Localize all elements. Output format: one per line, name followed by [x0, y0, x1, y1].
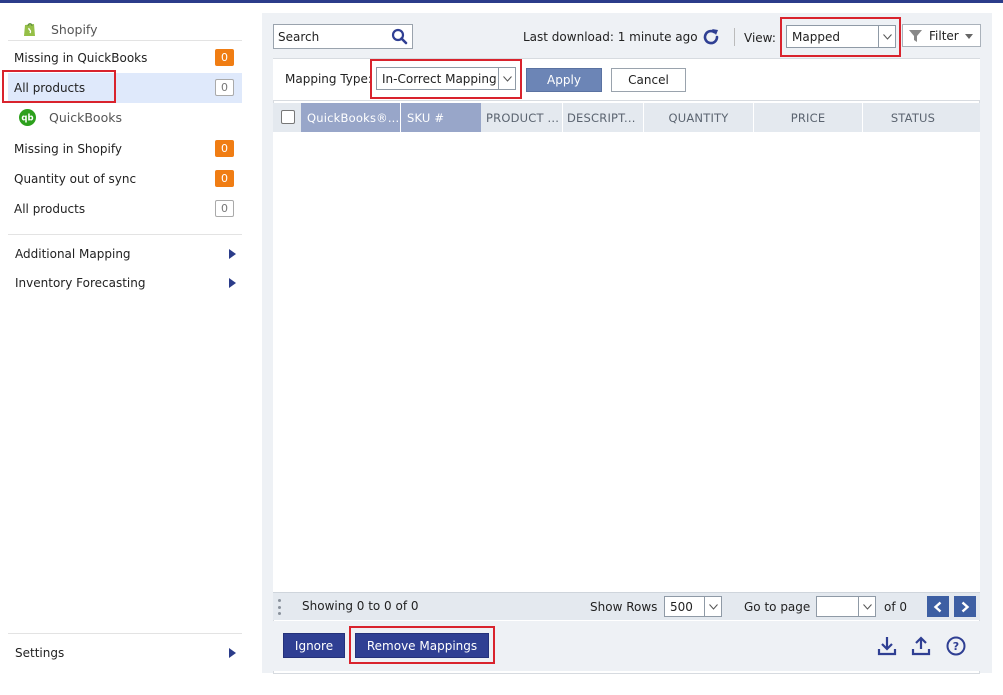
sidebar-item-quantity-out-of-sync[interactable]: Quantity out of sync 0 [8, 164, 242, 194]
chevron-down-icon [858, 597, 875, 616]
divider [8, 234, 242, 235]
chevron-left-icon [933, 601, 942, 612]
quickbooks-logo-icon: qb [19, 108, 36, 126]
divider [8, 633, 242, 634]
total-pages: of 0 [884, 600, 908, 614]
table-header: QuickBooks®... SKU # PRODUCT ... DESCRIP… [273, 103, 980, 132]
sidebar-item-label: All products [14, 81, 86, 95]
quickbooks-section-header: qb QuickBooks [8, 104, 242, 130]
view-select-value: Mapped [792, 29, 840, 44]
count-badge: 0 [215, 140, 234, 157]
sidebar-item-shopify-all-products[interactable]: All products 0 [8, 73, 242, 103]
expand-arrow-icon [229, 278, 236, 288]
show-rows-label: Show Rows [590, 600, 658, 614]
sidebar-item-label: All products [14, 202, 86, 216]
remove-mappings-button[interactable]: Remove Mappings [355, 633, 489, 658]
funnel-icon [909, 29, 922, 42]
sidebar-item-quickbooks-all-products[interactable]: All products 0 [8, 194, 242, 224]
ignore-button[interactable]: Ignore [283, 633, 345, 658]
sidebar-item-label: Quantity out of sync [14, 172, 137, 186]
column-header-product[interactable]: PRODUCT ... [486, 103, 564, 132]
cancel-button[interactable]: Cancel [611, 68, 686, 92]
sidebar-item-label: Missing in Shopify [14, 142, 122, 156]
column-header-status[interactable]: STATUS [863, 103, 963, 132]
count-badge: 0 [215, 170, 234, 187]
sidebar: Shopify Missing in QuickBooks 0 All prod… [0, 3, 252, 695]
table-body [273, 132, 980, 592]
svg-text:?: ? [953, 640, 959, 653]
count-badge: 0 [215, 79, 234, 96]
divider [8, 40, 242, 41]
download-icon[interactable] [876, 635, 898, 657]
go-to-page-label: Go to page [744, 600, 811, 614]
last-download-status: Last download: 1 minute ago [523, 30, 698, 44]
filter-button[interactable]: Filter [902, 24, 981, 47]
column-header-sku[interactable]: SKU # [401, 103, 481, 132]
showing-count: Showing 0 to 0 of 0 [302, 599, 419, 613]
refresh-icon[interactable] [701, 27, 721, 47]
search-input[interactable]: Search [273, 24, 413, 49]
mapping-type-label: Mapping Type: [285, 72, 372, 86]
view-select[interactable]: Mapped [786, 25, 896, 48]
view-label: View: [744, 31, 776, 45]
column-separator [562, 103, 563, 132]
mapping-type-select[interactable]: In-Correct Mapping [376, 67, 516, 90]
sidebar-item-inventory-forecasting[interactable]: Inventory Forecasting [8, 269, 242, 297]
column-header-quickbooks[interactable]: QuickBooks®... [301, 103, 400, 132]
sidebar-item-missing-in-quickbooks[interactable]: Missing in QuickBooks 0 [8, 43, 242, 73]
svg-text:qb: qb [21, 113, 33, 123]
chevron-down-icon [498, 68, 515, 89]
sidebar-item-label: Inventory Forecasting [15, 276, 146, 290]
sidebar-item-label: Missing in QuickBooks [14, 51, 148, 65]
shopify-logo-icon [24, 23, 35, 36]
chevron-down-icon [878, 26, 895, 47]
sidebar-item-missing-in-shopify[interactable]: Missing in Shopify 0 [8, 134, 242, 164]
grip-handle-icon[interactable] [278, 599, 282, 615]
expand-arrow-icon [229, 249, 236, 259]
apply-button[interactable]: Apply [526, 68, 602, 92]
rows-per-page-select[interactable]: 500 [664, 596, 722, 617]
shopify-header-label: Shopify [51, 21, 98, 37]
page-select[interactable] [816, 596, 876, 617]
sidebar-item-label: Settings [15, 646, 65, 660]
search-icon[interactable] [391, 28, 408, 45]
column-header-price[interactable]: PRICE [754, 103, 862, 132]
sidebar-item-label: Additional Mapping [15, 247, 131, 261]
toolbar-separator [734, 28, 735, 46]
upload-icon[interactable] [910, 635, 932, 657]
search-placeholder: Search [278, 29, 320, 44]
expand-arrow-icon [229, 648, 236, 658]
help-icon[interactable]: ? [945, 635, 967, 657]
sidebar-item-settings[interactable]: Settings [8, 639, 242, 667]
column-header-description[interactable]: DESCRIPT... [567, 103, 645, 132]
caret-down-icon [965, 34, 973, 39]
count-badge: 0 [215, 200, 234, 217]
chevron-down-icon [704, 597, 721, 616]
filter-label: Filter [929, 28, 959, 43]
mapping-type-value: In-Correct Mapping [382, 71, 497, 86]
sidebar-item-additional-mapping[interactable]: Additional Mapping [8, 240, 242, 268]
chevron-right-icon [961, 601, 970, 612]
rows-per-page-value: 500 [670, 599, 693, 614]
count-badge: 0 [215, 49, 234, 66]
next-page-button[interactable] [954, 596, 976, 617]
previous-page-button[interactable] [927, 596, 949, 617]
column-header-quantity[interactable]: QUANTITY [644, 103, 753, 132]
quickbooks-header-label: QuickBooks [49, 109, 122, 125]
shopify-section-header: Shopify [8, 16, 242, 42]
select-all-checkbox[interactable] [281, 110, 295, 124]
